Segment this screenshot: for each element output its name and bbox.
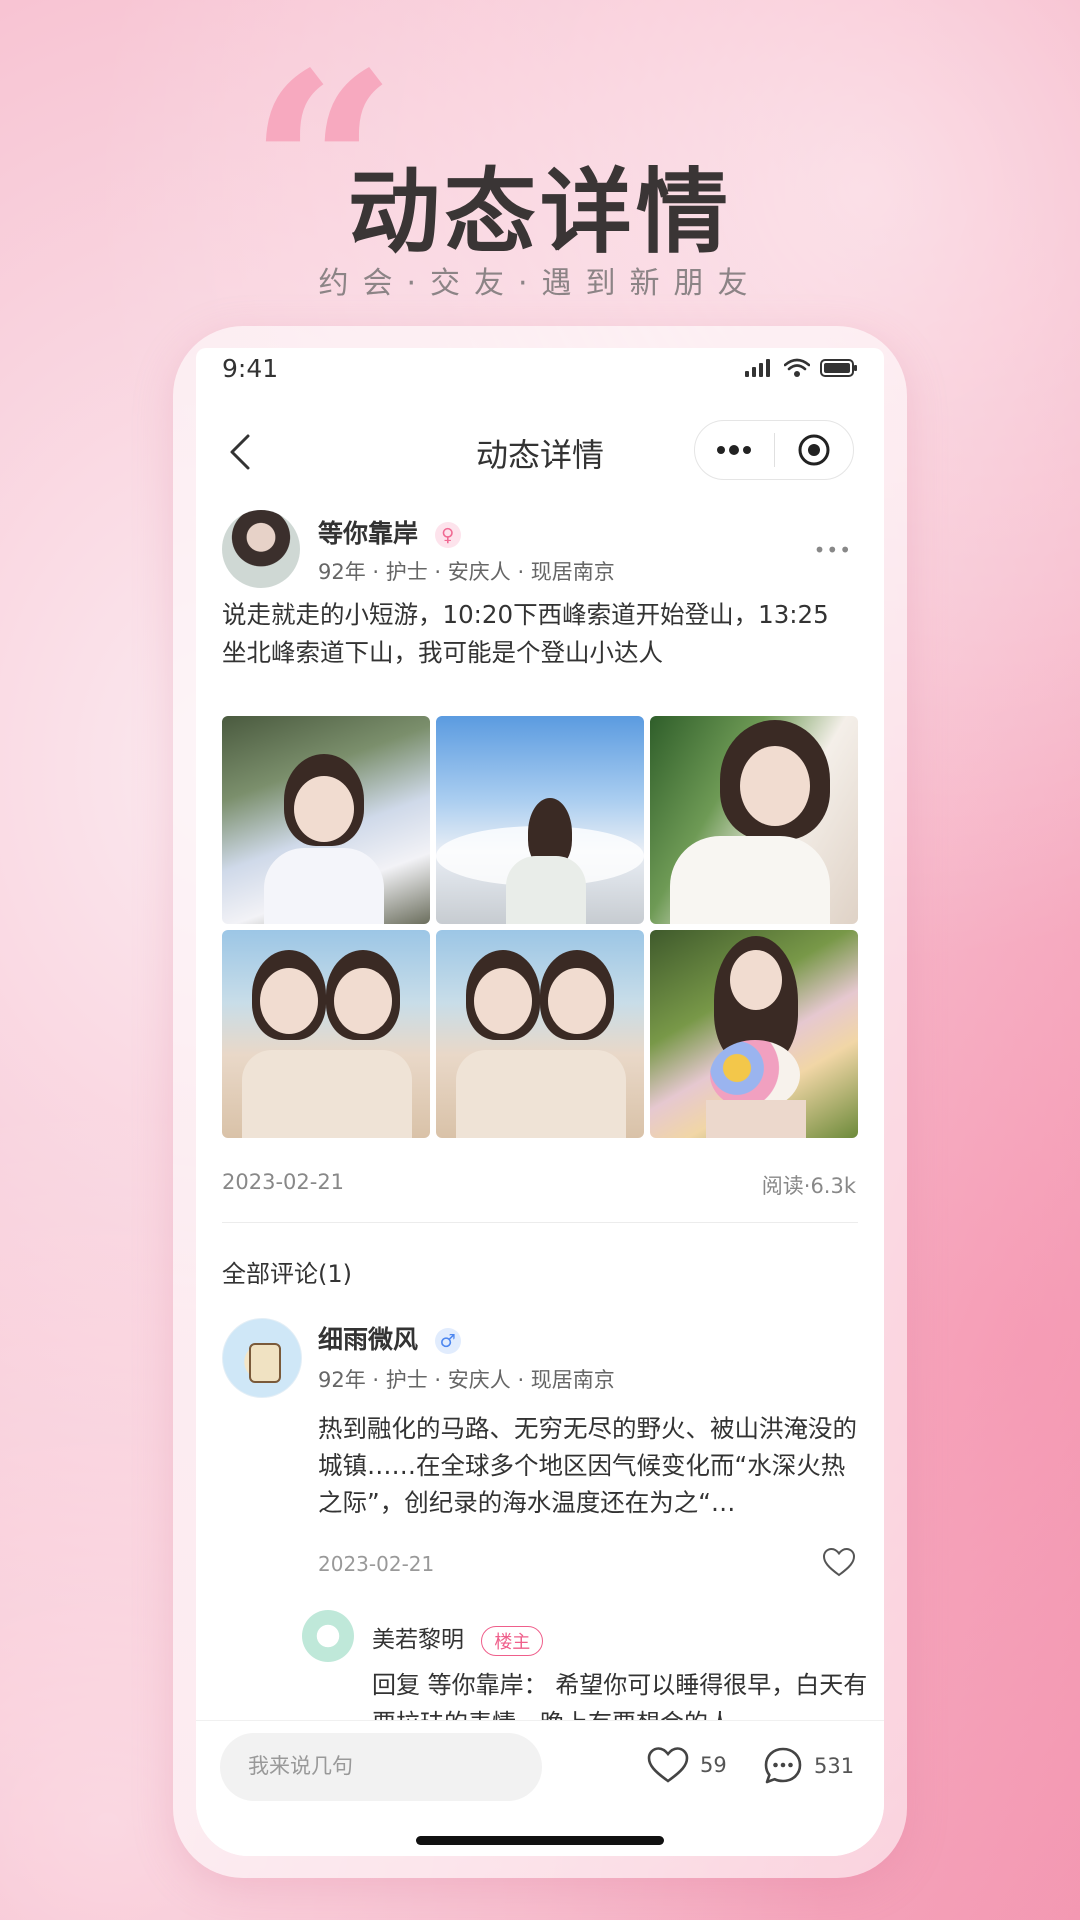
author-name[interactable]: 等你靠岸 ♀: [318, 514, 461, 550]
battery-icon: [820, 359, 857, 377]
status-bar: 9:41: [196, 348, 884, 394]
photo-grid: [222, 716, 858, 1144]
mini-program-capsule: [694, 420, 854, 480]
target-icon: [798, 434, 830, 466]
comment-button[interactable]: 531: [762, 1745, 854, 1787]
post-photo[interactable]: [436, 930, 644, 1138]
comment-text: 热到融化的马路、无穷无尽的野火、被山洪淹没的城镇……在全球多个地区因气候变化而“…: [318, 1414, 857, 1517]
like-button[interactable]: 59: [646, 1745, 727, 1785]
host-tag-badge: 楼主: [481, 1625, 544, 1656]
post-photo[interactable]: [222, 930, 430, 1138]
heart-icon: [647, 1747, 689, 1783]
comments-header: 全部评论(1): [222, 1260, 352, 1288]
author-meta: 92年 · 护士 · 安庆人 · 现居南京: [318, 560, 615, 584]
more-dots-icon: [717, 445, 752, 455]
status-icons: [744, 358, 858, 378]
like-count: 59: [700, 1753, 727, 1777]
post-more-button[interactable]: •••: [814, 538, 852, 562]
commenter-name-text: 细雨微风: [318, 1325, 419, 1354]
male-gender-icon: ♂: [434, 1328, 461, 1354]
comment-input[interactable]: [220, 1733, 542, 1801]
reply-avatar[interactable]: [302, 1610, 354, 1662]
post-date: 2023-02-21: [222, 1170, 345, 1194]
more-dots-button[interactable]: [695, 421, 774, 479]
post-photo[interactable]: [650, 716, 858, 924]
hero-title: 动态详情: [347, 159, 732, 266]
phone-screen: 9:41 动态详情 等你靠岸 ♀ 92年 · 护士 · 安庆人 · 现居南京 •…: [196, 348, 884, 1856]
post-photo[interactable]: [436, 716, 644, 924]
wifi-icon: [784, 358, 810, 377]
status-time: 9:41: [222, 354, 279, 383]
author-avatar[interactable]: [222, 510, 300, 588]
comment-date: 2023-02-21: [318, 1552, 435, 1576]
home-indicator[interactable]: [416, 1836, 664, 1845]
female-gender-icon: ♀: [434, 522, 461, 548]
comment-count: 531: [814, 1754, 855, 1778]
chat-bubble-icon: [764, 1747, 802, 1784]
read-count: 阅读·6.3k: [761, 1174, 856, 1198]
hero-subtitle: 约会·交友·遇到新朋友: [318, 266, 762, 301]
section-divider: [222, 1222, 858, 1223]
reply-name-text: 美若黎明: [372, 1627, 464, 1653]
commenter-avatar[interactable]: [222, 1318, 302, 1398]
signal-icon: [745, 359, 770, 377]
post-photo[interactable]: [650, 930, 858, 1138]
post-text: 说走就走的小短游，10:20下西峰索道开始登山，13:25坐北峰索道下山，我可能…: [222, 600, 829, 667]
post-photo[interactable]: [222, 716, 430, 924]
commenter-name[interactable]: 细雨微风 ♂: [318, 1320, 461, 1356]
reply-name[interactable]: 美若黎明 楼主: [372, 1620, 544, 1656]
nav-bar: 动态详情: [196, 412, 884, 496]
author-name-text: 等你靠岸: [318, 519, 419, 548]
target-button[interactable]: [775, 421, 854, 479]
commenter-meta: 92年 · 护士 · 安庆人 · 现居南京: [318, 1368, 615, 1392]
comment-heart-icon[interactable]: [822, 1546, 856, 1580]
